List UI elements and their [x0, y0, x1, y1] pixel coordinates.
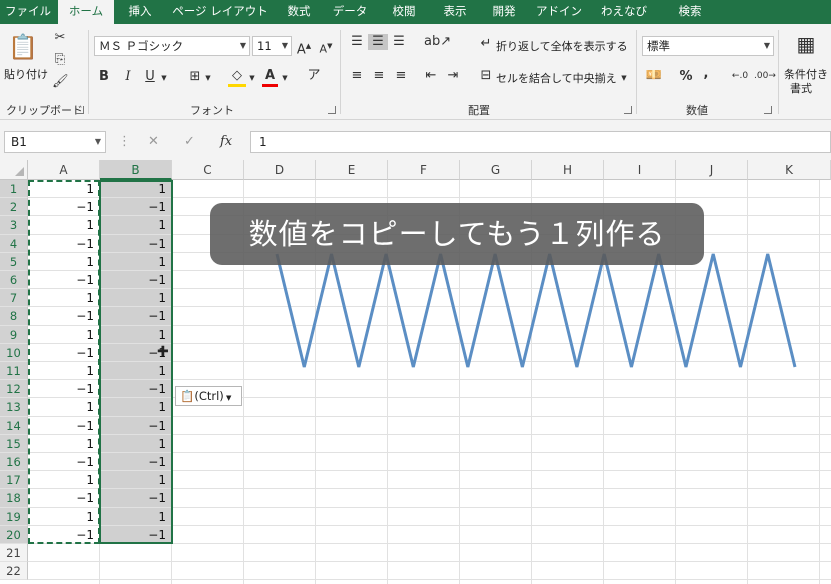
- series-line[interactable]: [275, 253, 797, 368]
- chevron-down-icon: ▼: [223, 394, 232, 402]
- paste-icon: 📋: [180, 389, 195, 403]
- paste-options-label: (Ctrl): [194, 389, 224, 403]
- tutorial-caption: 数値をコピーしてもう１列作る: [210, 203, 704, 265]
- line-chart[interactable]: [0, 0, 831, 584]
- paste-options-button[interactable]: 📋(Ctrl) ▼: [175, 386, 242, 406]
